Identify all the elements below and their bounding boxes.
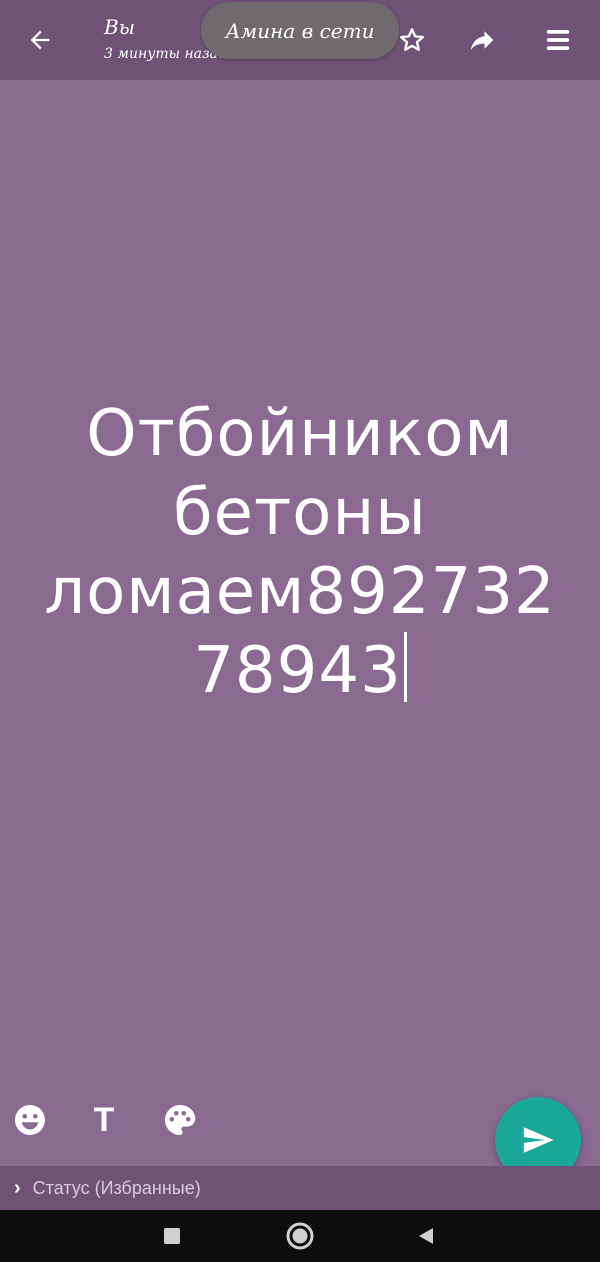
recents-button[interactable] — [156, 1220, 188, 1252]
back-button[interactable] — [20, 20, 60, 60]
status-text-line-2: бетоны — [173, 476, 427, 550]
status-text-input[interactable]: Отбойником бетоны ломаем892732 78943 — [20, 395, 580, 711]
circle-icon — [286, 1222, 314, 1250]
online-toast: Амина в сети — [201, 2, 399, 59]
color-button[interactable] — [158, 1098, 202, 1142]
menu-button[interactable] — [538, 20, 578, 60]
arrow-left-icon — [30, 30, 50, 50]
text-style-button[interactable]: T — [82, 1098, 126, 1142]
share-icon — [470, 31, 494, 50]
palette-icon — [165, 1105, 196, 1135]
star-icon — [399, 28, 425, 51]
audience-selector[interactable]: › Статус (Избранные) — [0, 1166, 600, 1210]
home-button[interactable] — [284, 1220, 316, 1252]
text-cursor — [403, 632, 407, 702]
audience-label: Статус (Избранные) — [32, 1177, 201, 1198]
emoji-button[interactable] — [8, 1098, 52, 1142]
status-text-line-4-wrap: 78943 — [20, 632, 580, 711]
send-icon — [523, 1127, 554, 1153]
nav-back-button[interactable] — [410, 1220, 442, 1252]
system-nav-bar — [0, 1210, 600, 1262]
chevron-right-icon: › — [14, 1176, 21, 1199]
text-icon: T — [93, 1100, 115, 1139]
status-editor-screen: Вы 3 минуты назад Амина в сети Отбойнико… — [0, 0, 600, 1262]
share-button[interactable] — [462, 20, 502, 60]
emoji-icon — [15, 1105, 45, 1135]
status-text-line-1: Отбойником — [86, 397, 514, 471]
status-text-line-4: 78943 — [193, 634, 402, 708]
menu-icon — [546, 30, 570, 50]
status-text-line-3: ломаем892732 — [44, 555, 556, 629]
triangle-left-icon — [419, 1228, 433, 1244]
square-icon — [164, 1228, 180, 1244]
